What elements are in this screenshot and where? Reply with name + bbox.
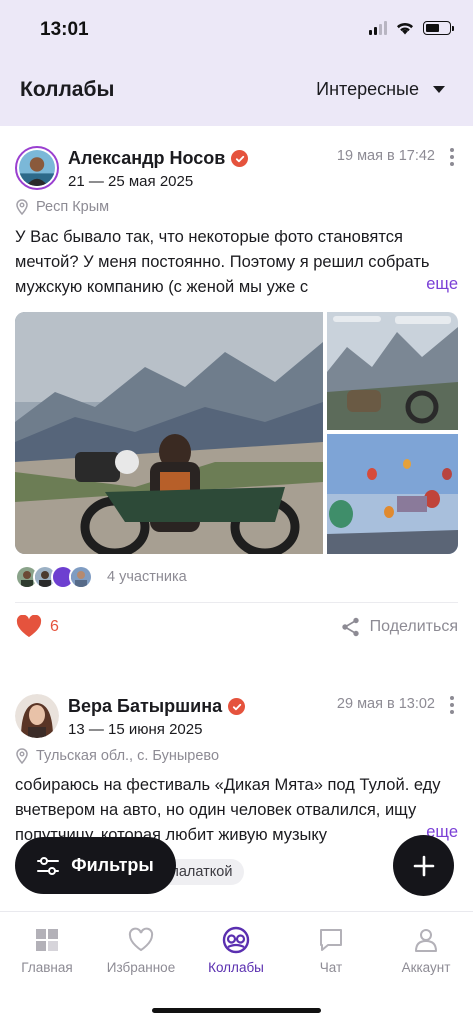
signal-icon <box>369 20 387 35</box>
verified-badge-icon <box>228 698 246 715</box>
photo-gallery[interactable] <box>15 312 458 554</box>
chevron-down-icon <box>433 86 445 93</box>
read-more-link[interactable]: еще <box>392 275 458 294</box>
location-pin-icon <box>16 748 28 764</box>
status-icons <box>369 20 454 35</box>
location-pin-icon <box>16 199 28 215</box>
location: Респ Крым <box>16 199 109 215</box>
participants-count: 4 участника <box>107 569 187 585</box>
more-options-icon[interactable] <box>450 148 454 166</box>
add-collab-button[interactable] <box>393 835 454 896</box>
photo-side[interactable] <box>327 312 458 430</box>
heart-filled-icon <box>16 615 42 637</box>
filters-button[interactable]: Фильтры <box>15 837 176 894</box>
battery-icon <box>423 20 454 35</box>
posted-time: 29 мая в 13:02 <box>336 696 435 712</box>
tab-favorites[interactable]: Избранное <box>94 926 188 975</box>
sort-dropdown[interactable]: Интересные <box>316 79 445 100</box>
trip-dates: 13 — 15 июня 2025 <box>68 721 203 738</box>
share-label: Поделиться <box>369 618 458 635</box>
participants[interactable]: 4 участника <box>15 565 187 589</box>
tab-label: Коллабы <box>208 960 264 975</box>
location: Тульская обл., с. Бунырево <box>16 748 219 764</box>
filters-label: Фильтры <box>71 855 154 875</box>
share-icon <box>341 617 359 637</box>
grid-icon <box>36 929 58 951</box>
wifi-icon <box>397 22 413 35</box>
tab-label: Чат <box>319 960 343 975</box>
plus-icon <box>413 855 434 876</box>
tab-account[interactable]: Аккаунт <box>379 926 473 975</box>
location-text: Респ Крым <box>36 199 110 215</box>
tab-home[interactable]: Главная <box>0 926 94 975</box>
posted-time: 19 мая в 17:42 <box>336 148 435 164</box>
avatar[interactable] <box>15 694 59 738</box>
more-options-icon[interactable] <box>450 696 454 714</box>
avatar-photo <box>19 150 55 186</box>
author-name[interactable]: Вера Батыршина <box>68 696 246 717</box>
photo-main[interactable] <box>15 312 323 554</box>
filter-sliders-icon <box>37 856 60 875</box>
author-name[interactable]: Александр Носов <box>68 148 249 169</box>
tab-label: Аккаунт <box>401 960 451 975</box>
trip-dates: 21 — 25 мая 2025 <box>68 173 194 190</box>
likes-count: 6 <box>50 617 59 635</box>
share-button[interactable]: Поделиться <box>341 617 458 637</box>
avatar[interactable] <box>15 146 59 190</box>
tab-collabs[interactable]: Коллабы <box>189 926 283 975</box>
participant-avatar <box>69 565 93 589</box>
author-name-text: Вера Батыршина <box>68 696 223 716</box>
chat-icon <box>320 929 342 951</box>
top-bar: 13:01 Коллабы Интересные <box>0 0 473 126</box>
photo-side[interactable] <box>327 434 458 554</box>
author-name-text: Александр Носов <box>68 148 226 168</box>
collab-post[interactable]: Александр Носов 21 — 25 мая 2025 19 мая … <box>0 126 473 666</box>
status-time: 13:01 <box>40 19 89 40</box>
verified-badge-icon <box>231 150 249 167</box>
tab-chat[interactable]: Чат <box>284 926 378 975</box>
avatar-photo <box>15 694 59 738</box>
tab-label: Главная <box>21 960 73 975</box>
tab-label: Избранное <box>106 960 176 975</box>
sort-label: Интересные <box>316 79 419 99</box>
collab-icon <box>222 926 250 954</box>
home-indicator <box>152 1008 321 1013</box>
divider <box>15 602 458 603</box>
page-title: Коллабы <box>20 78 115 101</box>
like-button[interactable]: 6 <box>16 615 59 638</box>
location-text: Тульская обл., с. Бунырево <box>36 748 220 764</box>
heart-outline-icon <box>128 927 154 952</box>
person-icon <box>415 929 437 952</box>
